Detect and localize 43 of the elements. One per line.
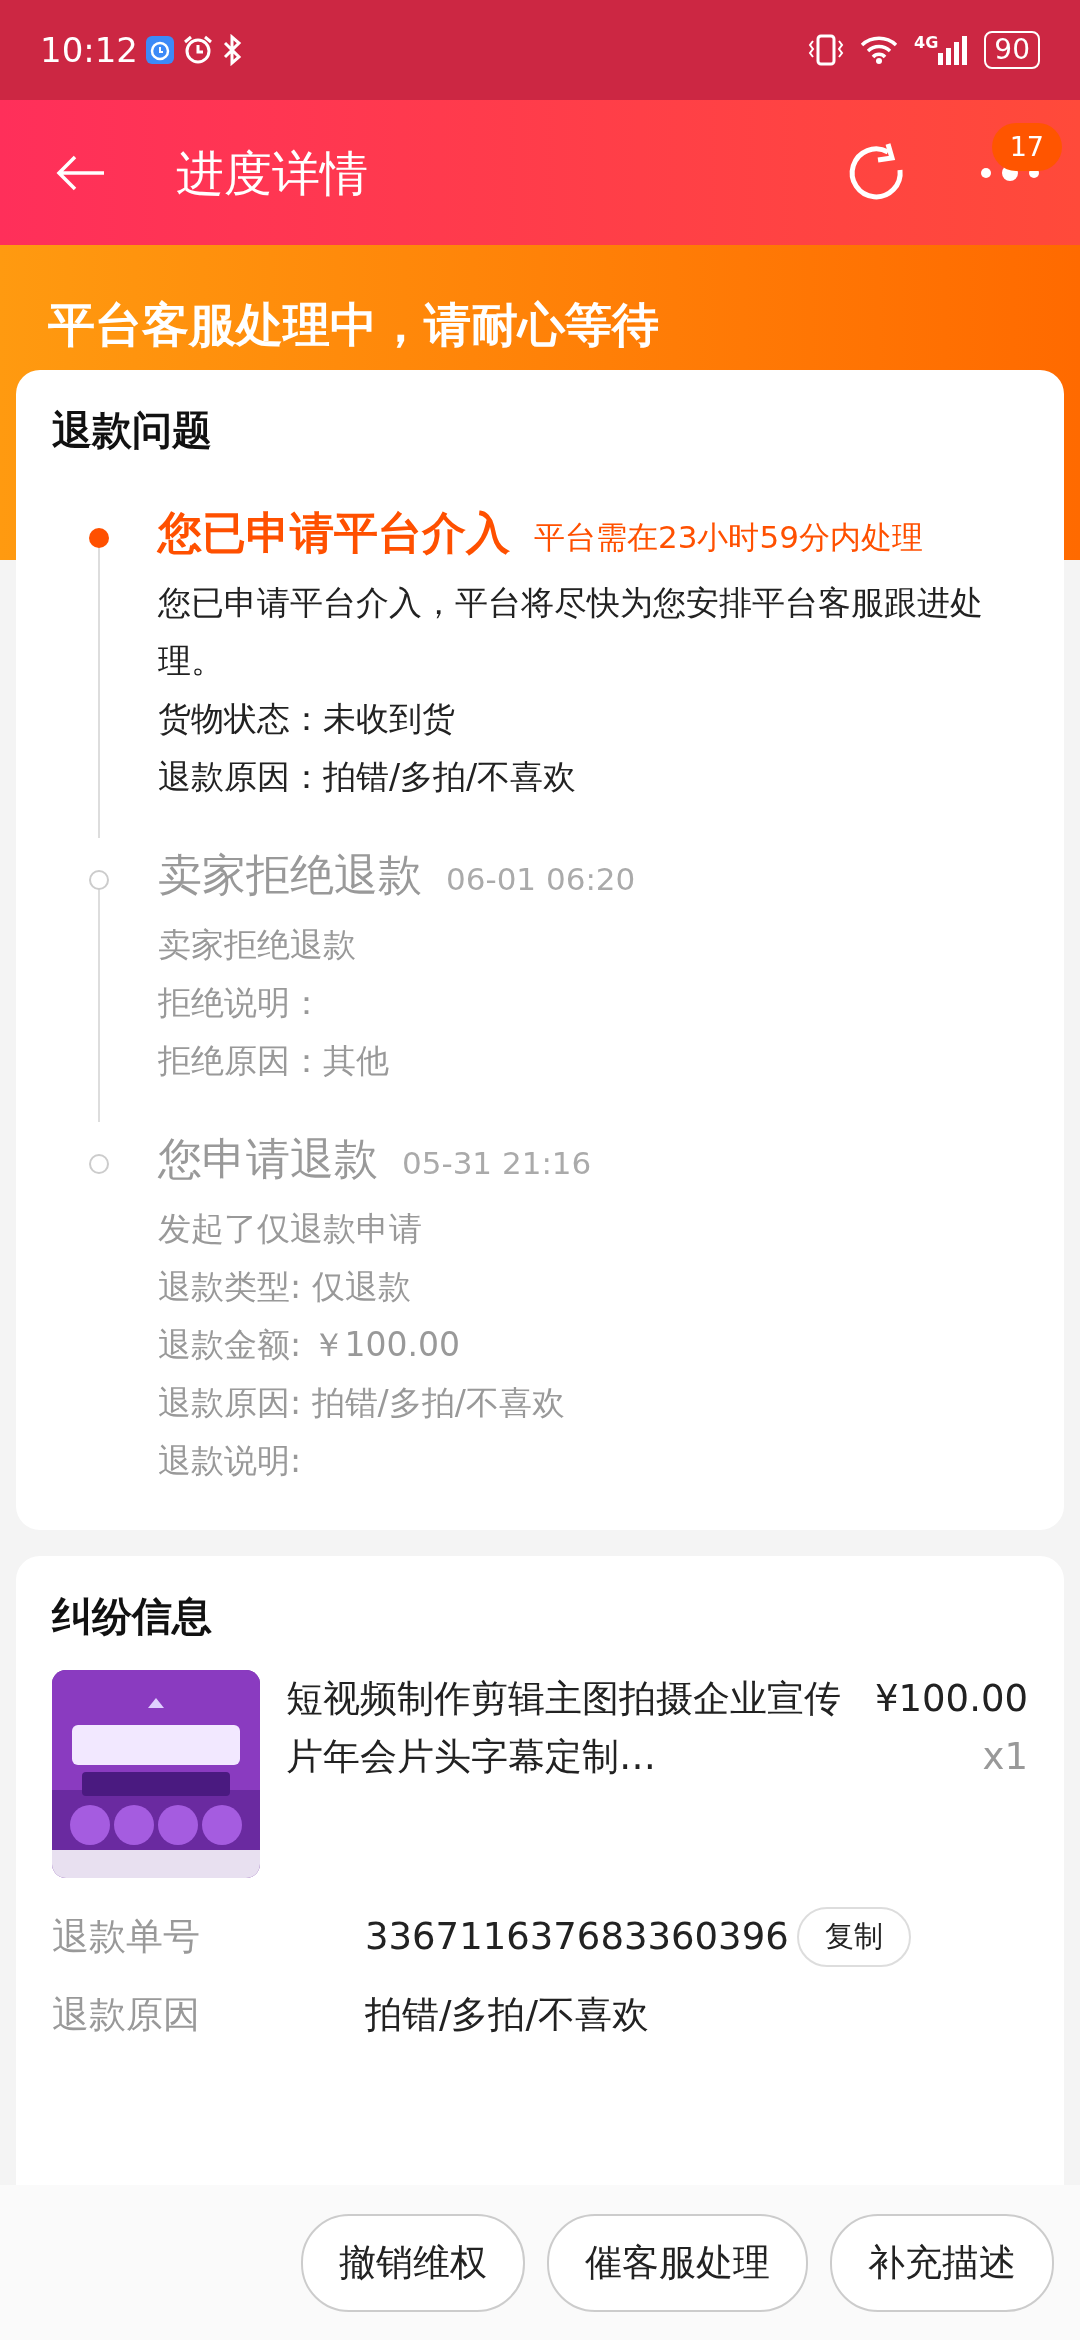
action-button[interactable]: 补充描述 <box>830 2213 1054 2312</box>
step-note: 平台需在23小时59分内处理 <box>534 518 923 557</box>
step-detail: 货物状态：未收到货 <box>158 698 456 740</box>
product-name[interactable]: 短视频制作剪辑主图拍摄企业宣传片年会片头字幕定制… <box>286 1670 849 1878</box>
status-banner-text: 平台客服处理中，请耐心等待 <box>48 296 660 354</box>
battery-level: 90 <box>984 31 1040 69</box>
bluetooth-icon <box>222 34 242 66</box>
back-arrow-icon[interactable] <box>56 154 106 191</box>
alarm-icon <box>182 34 214 66</box>
field-label: 退款单号 <box>52 1914 201 1961</box>
step-title: 卖家拒绝退款 <box>158 848 422 902</box>
step-title: 您申请退款 <box>158 1132 378 1186</box>
wifi-icon <box>860 35 899 65</box>
clock-app-icon <box>146 36 174 64</box>
step-detail: 退款原因：拍错/多拍/不喜欢 <box>158 756 578 798</box>
field-value: 336711637683360396 <box>365 1914 789 1961</box>
action-button[interactable]: 催客服处理 <box>547 2213 808 2312</box>
signal-icon <box>938 35 969 65</box>
step-note: 06-01 06:20 <box>446 860 636 899</box>
card-title: 纠纷信息 <box>52 1592 213 1641</box>
action-button[interactable]: 撤销维权 <box>301 2213 525 2312</box>
product-price: ¥100.00 <box>875 1676 1028 1722</box>
vibrate-icon <box>808 33 845 67</box>
notification-count: 17 <box>991 122 1062 171</box>
step-detail: 退款原因: 拍错/多拍/不喜欢 <box>158 1382 566 1424</box>
step-detail: 拒绝说明： <box>158 982 324 1024</box>
card-title: 退款问题 <box>52 406 213 455</box>
copy-button[interactable]: 复制 <box>796 1907 911 1967</box>
step-detail: 卖家拒绝退款 <box>158 924 357 966</box>
page-title: 进度详情 <box>176 143 368 203</box>
field-label: 退款原因 <box>52 1992 201 2039</box>
step-title: 您已申请平台介入 <box>158 506 510 560</box>
step-detail: 退款金额: ￥100.00 <box>158 1324 462 1366</box>
network-type: 4G <box>914 35 939 51</box>
step-detail: 退款说明: <box>158 1440 303 1482</box>
step-detail: 发起了仅退款申请 <box>158 1208 423 1250</box>
step-detail: 退款类型: 仅退款 <box>158 1266 412 1308</box>
step-note: 05-31 21:16 <box>402 1144 592 1183</box>
product-quantity: x1 <box>981 1734 1028 1780</box>
step-detail: 拒绝原因：其他 <box>158 1040 390 1082</box>
field-value: 拍错/多拍/不喜欢 <box>365 1992 649 2039</box>
time: 10:12 <box>40 28 138 72</box>
step-detail: 您已申请平台介入，平台将尽快为您安排平台客服跟进处理。 <box>158 582 984 682</box>
